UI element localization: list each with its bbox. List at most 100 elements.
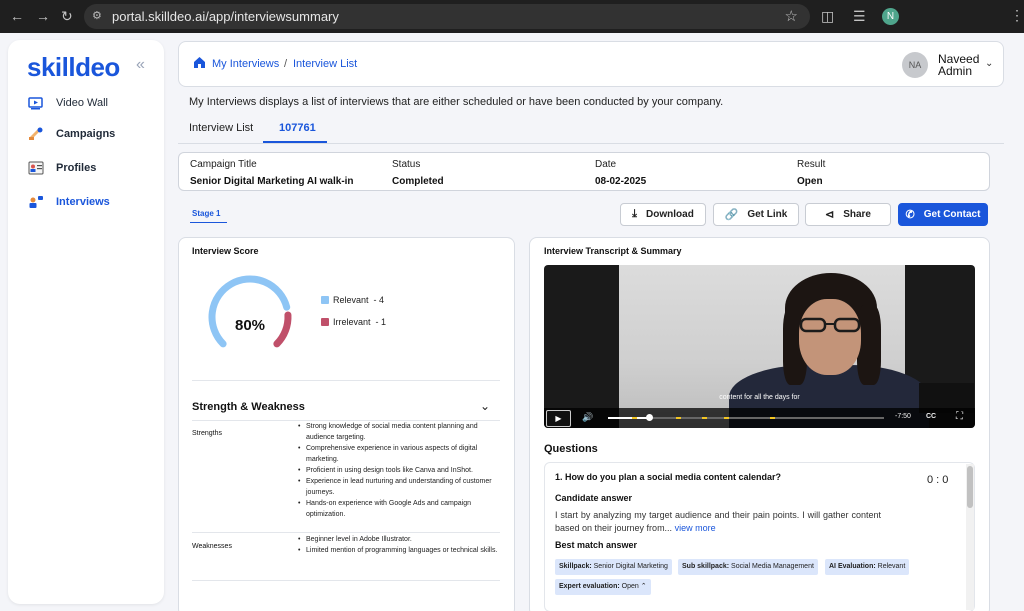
- download-button[interactable]: ⤓ Download: [620, 203, 706, 226]
- back-icon[interactable]: ←: [10, 8, 24, 24]
- home-icon[interactable]: [193, 56, 206, 69]
- breadcrumb-my-interviews[interactable]: My Interviews: [212, 58, 279, 70]
- url-text[interactable]: portal.skilldeo.ai/app/interviewsummary: [112, 9, 339, 24]
- download-label: Download: [646, 209, 694, 220]
- forward-icon[interactable]: →: [36, 8, 50, 24]
- tab-interview-list[interactable]: Interview List: [189, 122, 253, 134]
- address-bar[interactable]: ⚙ portal.skilldeo.ai/app/interviewsummar…: [84, 4, 810, 29]
- question-score: 0 : 0: [927, 474, 949, 486]
- stage-tab[interactable]: Stage 1: [192, 209, 220, 218]
- sidebar-item-interviews[interactable]: Interviews: [28, 192, 110, 212]
- collapse-sidebar-icon[interactable]: «: [136, 56, 145, 74]
- phone-icon: ✆: [905, 209, 915, 221]
- browser-profile-avatar[interactable]: N: [882, 8, 899, 25]
- sidebar-item-campaigns[interactable]: Campaigns: [28, 124, 115, 144]
- best-match-label: Best match answer: [555, 540, 638, 550]
- legend-irrelevant: Irrelevant - 1: [333, 317, 386, 327]
- legend-irrelevant-count: - 1: [375, 317, 387, 327]
- divider: [192, 380, 500, 381]
- status-value: Completed: [392, 176, 444, 187]
- weaknesses-label: Weaknesses: [192, 543, 232, 550]
- question-marker[interactable]: [724, 417, 729, 419]
- strength-item: Hands-on experience with Google Ads and …: [298, 498, 503, 520]
- profile-icon: [28, 161, 44, 175]
- legend-relevant-count: - 4: [373, 295, 385, 305]
- date-value: 08-02-2025: [595, 176, 647, 187]
- legend-relevant-swatch: [321, 296, 329, 304]
- weakness-item: Beginner level in Adobe Illustrator.: [298, 534, 503, 545]
- strength-item: Strong knowledge of social media content…: [298, 421, 503, 443]
- video-icon: [28, 97, 43, 110]
- gauge-relevant-arc: [208, 275, 291, 348]
- interview-icon: [29, 196, 43, 208]
- download-icon: ⤓: [632, 208, 638, 220]
- divider: [192, 580, 500, 581]
- site-settings-icon[interactable]: ⚙: [92, 9, 108, 23]
- share-button[interactable]: ⊲ Share: [805, 203, 891, 226]
- video-seek-handle[interactable]: [646, 414, 654, 421]
- interview-video-player[interactable]: content for all the days for ▶ 🔊 -7:50 C…: [544, 265, 975, 428]
- video-person-glasses: [799, 317, 861, 333]
- reload-icon[interactable]: ↻: [61, 8, 73, 24]
- get-link-label: Get Link: [747, 209, 788, 220]
- weakness-item: Limited mention of programming languages…: [298, 545, 503, 556]
- gauge-irrelevant-arc: [273, 311, 292, 348]
- tab-divider: [178, 143, 1004, 144]
- sidebar-item-label: Interviews: [56, 196, 110, 208]
- question-marker[interactable]: [676, 417, 681, 419]
- question-marker[interactable]: [702, 417, 707, 419]
- strength-item: Experience in lead nurturing and underst…: [298, 476, 503, 498]
- breadcrumb-interview-list[interactable]: Interview List: [293, 58, 357, 70]
- strengths-list: Strong knowledge of social media content…: [298, 421, 503, 520]
- chevron-down-icon[interactable]: ⌄: [480, 399, 490, 413]
- fullscreen-icon[interactable]: ⛶: [956, 411, 963, 422]
- extensions-icon[interactable]: ◫: [821, 8, 834, 25]
- strength-item: Proficient in using design tools like Ca…: [298, 465, 503, 476]
- active-tab-indicator: [263, 141, 327, 143]
- video-frame: [619, 265, 974, 428]
- expert-evaluation-chip[interactable]: Expert evaluation: Open ⌃: [555, 579, 651, 595]
- interview-summary-card: Campaign Title Senior Digital Marketing …: [178, 152, 990, 191]
- stage-tab-indicator: [190, 222, 227, 223]
- candidate-answer-text: I start by analyzing my target audience …: [555, 510, 881, 533]
- play-icon[interactable]: ▶: [546, 410, 571, 427]
- get-contact-label: Get Contact: [923, 209, 981, 220]
- bookmark-star-icon[interactable]: ☆: [785, 7, 798, 25]
- browser-menu-icon[interactable]: ⋮: [1010, 7, 1024, 24]
- result-value: Open: [797, 176, 823, 187]
- sidebar-item-video-wall[interactable]: Video Wall: [28, 93, 108, 113]
- ai-evaluation-chip-label: AI Evaluation:: [829, 563, 876, 570]
- chevron-down-icon[interactable]: ⌄: [985, 58, 993, 69]
- avatar[interactable]: NA: [902, 52, 928, 78]
- media-icon[interactable]: ☰: [853, 8, 866, 25]
- question-marker[interactable]: [770, 417, 775, 419]
- get-contact-button[interactable]: ✆ Get Contact: [898, 203, 988, 226]
- question-text: 1. How do you plan a social media conten…: [555, 472, 782, 482]
- date-field: Date 08-02-2025: [595, 159, 646, 187]
- question-scrollbar-thumb[interactable]: [967, 466, 973, 508]
- video-caption: content for all the days for: [719, 394, 800, 401]
- share-icon: ⊲: [824, 209, 835, 221]
- captions-icon[interactable]: CC: [926, 413, 936, 420]
- volume-icon[interactable]: 🔊: [582, 412, 593, 423]
- expert-evaluation-chip-value: Open: [621, 583, 639, 590]
- score-percent: 80%: [235, 317, 265, 334]
- interview-score-title: Interview Score: [192, 246, 259, 256]
- sidebar-item-label: Profiles: [56, 162, 97, 174]
- user-role: Admin: [938, 64, 973, 78]
- chevron-up-icon[interactable]: ⌃: [641, 583, 647, 590]
- view-more-link[interactable]: view more: [675, 523, 716, 533]
- expert-evaluation-chip-label: Expert evaluation:: [559, 583, 620, 590]
- get-link-button[interactable]: 🔗 Get Link: [713, 203, 799, 226]
- result-label: Result: [797, 159, 826, 170]
- skillpack-chip-label: Skillpack:: [559, 563, 592, 570]
- ai-evaluation-chip-value: Relevant: [877, 563, 906, 570]
- legend-irrelevant-label: Irrelevant: [333, 317, 371, 327]
- tab-107761[interactable]: 107761: [279, 122, 316, 134]
- browser-chrome: ← → ↻ ⚙ portal.skilldeo.ai/app/interview…: [0, 0, 1024, 33]
- video-seek-bar[interactable]: [608, 414, 884, 421]
- question-marker[interactable]: [632, 417, 637, 419]
- sidebar-item-profiles[interactable]: Profiles: [28, 158, 96, 178]
- strength-item: Comprehensive experience in various aspe…: [298, 443, 503, 465]
- date-label: Date: [595, 159, 617, 170]
